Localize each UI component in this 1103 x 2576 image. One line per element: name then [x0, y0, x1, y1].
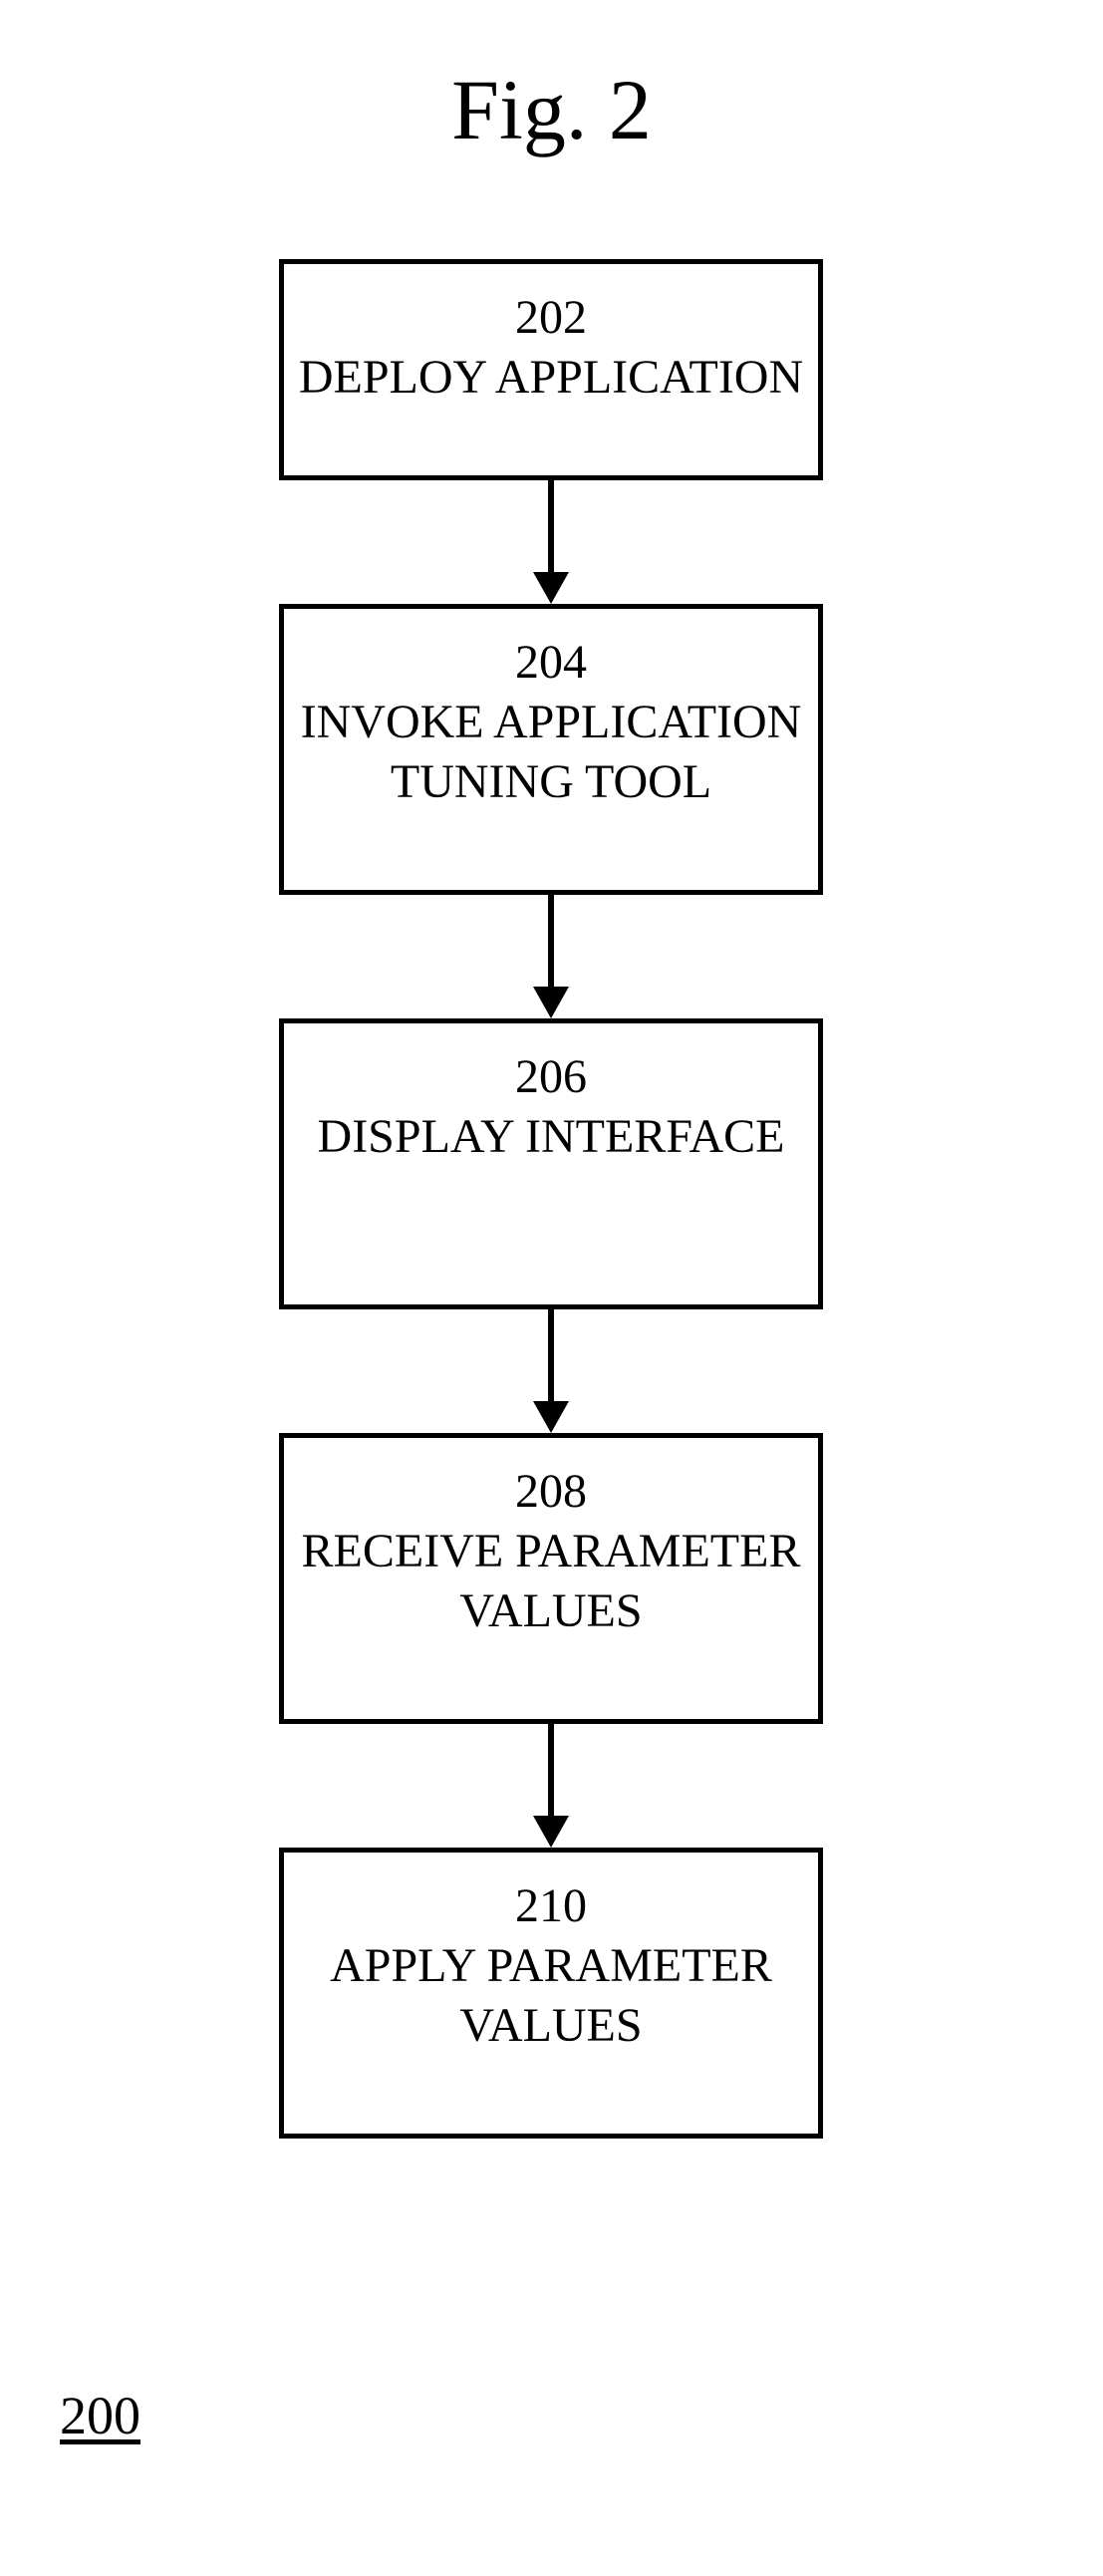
step-204: 204 INVOKE APPLICATION TUNING TOOL — [279, 604, 823, 895]
step-label: DEPLOY APPLICATION — [284, 348, 818, 408]
step-number: 204 — [284, 633, 818, 693]
flowchart: 202 DEPLOY APPLICATION 204 INVOKE APPLIC… — [279, 259, 823, 2139]
figure-title: Fig. 2 — [0, 60, 1103, 159]
step-label-2: VALUES — [284, 1581, 818, 1641]
step-210: 210 APPLY PARAMETER VALUES — [279, 1848, 823, 2139]
step-202: 202 DEPLOY APPLICATION — [279, 259, 823, 480]
step-number: 208 — [284, 1462, 818, 1522]
step-number: 202 — [284, 288, 818, 348]
figure-reference: 200 — [60, 2385, 140, 2446]
step-label: APPLY PARAMETER — [284, 1936, 818, 1996]
step-label: DISPLAY INTERFACE — [284, 1107, 818, 1167]
step-label-2: TUNING TOOL — [284, 752, 818, 812]
step-number: 206 — [284, 1047, 818, 1107]
step-label: INVOKE APPLICATION — [284, 693, 818, 752]
step-208: 208 RECEIVE PARAMETER VALUES — [279, 1433, 823, 1724]
step-206: 206 DISPLAY INTERFACE — [279, 1018, 823, 1309]
step-number: 210 — [284, 1876, 818, 1936]
step-label-2: VALUES — [284, 1996, 818, 2056]
step-label: RECEIVE PARAMETER — [284, 1522, 818, 1581]
